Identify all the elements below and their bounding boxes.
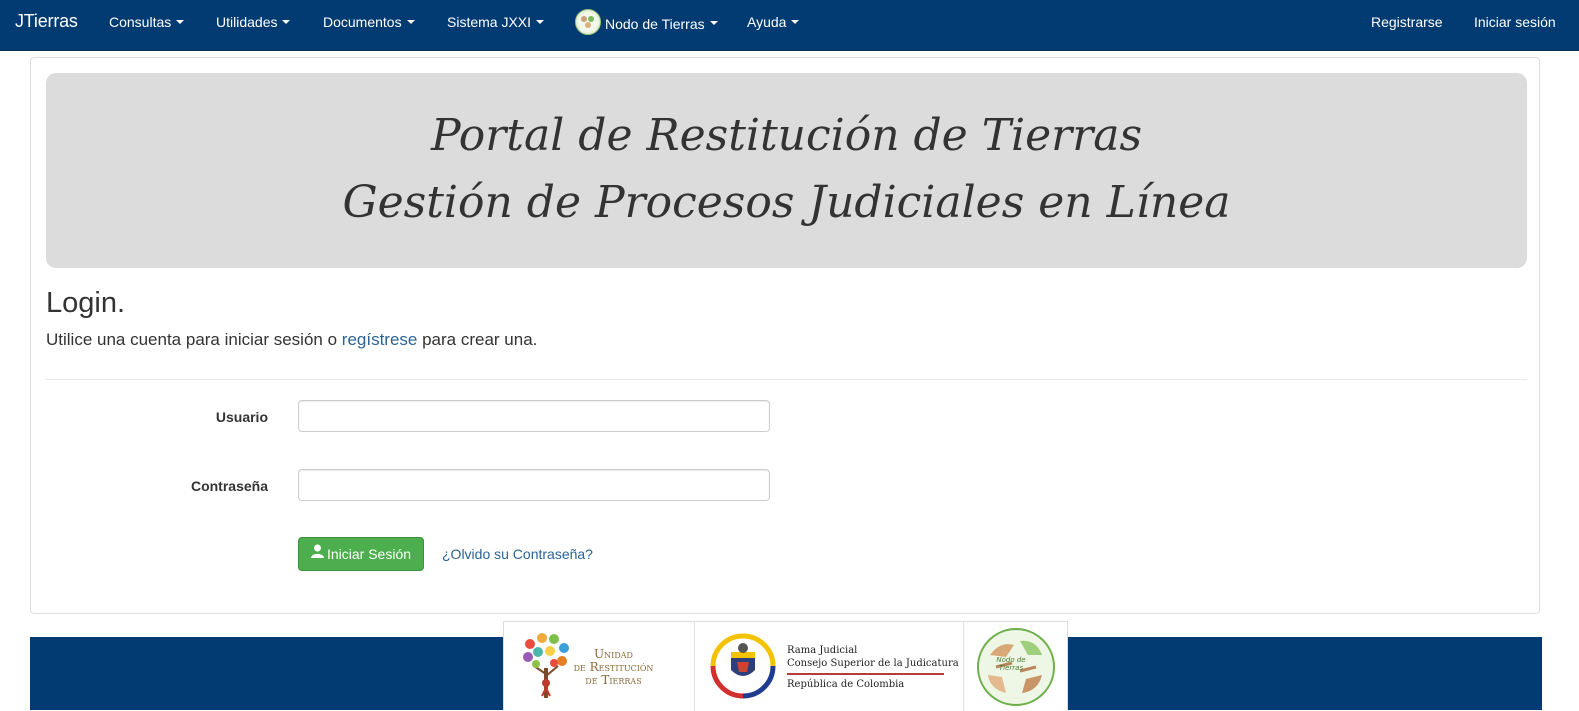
banner-title: Portal de Restitución de Tierras: [430, 110, 1143, 161]
nodo-tierras-logo: Nodo de Tierras: [964, 622, 1068, 711]
tree-icon: [523, 633, 569, 698]
menu-utilidades[interactable]: Utilidades: [216, 14, 291, 30]
main-panel: Portal de Restitución de Tierras Gestión…: [30, 57, 1540, 614]
username-label: Usuario: [215, 409, 268, 425]
caret-down-icon: [406, 20, 415, 25]
unidad-restitucion-text: Unidad de Restitución de Tierras: [566, 648, 661, 687]
page-title: Login.: [46, 287, 126, 319]
menu-label: Sistema JXXI: [447, 14, 532, 30]
username-input[interactable]: [298, 400, 770, 432]
menu-nodo-de-tierras[interactable]: Nodo de Tierras: [575, 9, 718, 37]
menu-documentos[interactable]: Documentos: [323, 14, 415, 30]
banner-subtitle: Gestión de Procesos Judiciales en Línea: [342, 177, 1231, 228]
register-inline-link[interactable]: regístrese: [342, 330, 418, 349]
rama-judicial-rule: [787, 673, 944, 675]
caret-down-icon: [709, 21, 718, 25]
caret-down-icon: [282, 20, 291, 25]
rama-judicial-logo: Rama Judicial Consejo Superior de la Jud…: [695, 622, 963, 711]
instructions-prefix: Utilice una cuenta para iniciar sesión o: [46, 330, 342, 349]
banner: Portal de Restitución de Tierras Gestión…: [46, 73, 1527, 268]
brand-link[interactable]: JTierras: [15, 11, 78, 32]
menu-consultas[interactable]: Consultas: [109, 14, 185, 30]
menu-ayuda[interactable]: Ayuda: [747, 14, 800, 30]
caret-down-icon: [176, 20, 185, 25]
nodo-tierras-logo-icon: [575, 9, 601, 35]
menu-label: Ayuda: [747, 14, 787, 30]
menu-label: Documentos: [323, 14, 402, 30]
password-input[interactable]: [298, 469, 770, 501]
user-icon: [310, 537, 324, 569]
menu-sistema-jxxi[interactable]: Sistema JXXI: [447, 14, 545, 30]
menu-label: Nodo de Tierras: [605, 15, 705, 32]
rama-judicial-seal-icon: [710, 633, 776, 699]
logo2-line2: Consejo Superior de la Judicatura: [787, 658, 959, 669]
rama-judicial-text: Rama Judicial Consejo Superior de la Jud…: [787, 644, 959, 670]
divider: [46, 379, 1527, 380]
login-submit-label: Iniciar Sesión: [326, 546, 412, 562]
footer-logos: Unidad de Restitución de Tierras Rama Ju…: [503, 621, 1068, 711]
password-label: Contraseña: [190, 478, 268, 494]
login-submit-button[interactable]: Iniciar Sesión: [298, 537, 424, 571]
logo2-line1: Rama Judicial: [787, 645, 858, 656]
instructions-suffix: para crear una.: [417, 330, 538, 349]
logo1-line3: de Tierras: [585, 673, 642, 687]
register-link[interactable]: Registrarse: [1371, 14, 1443, 30]
login-instructions: Utilice una cuenta para iniciar sesión o…: [46, 330, 537, 350]
caret-down-icon: [536, 20, 545, 25]
logo3-text: Nodo de Tierras: [996, 656, 1026, 672]
login-link[interactable]: Iniciar sesión: [1474, 14, 1556, 30]
unidad-restitucion-logo: Unidad de Restitución de Tierras: [504, 622, 694, 711]
forgot-password-link[interactable]: ¿Olvido su Contraseña?: [442, 546, 593, 562]
top-navbar: JTierras Consultas Utilidades Documentos…: [0, 0, 1579, 51]
menu-label: Consultas: [109, 14, 172, 30]
logo2-line3: República de Colombia: [787, 679, 905, 690]
menu-label: Utilidades: [216, 14, 278, 30]
caret-down-icon: [791, 20, 800, 25]
